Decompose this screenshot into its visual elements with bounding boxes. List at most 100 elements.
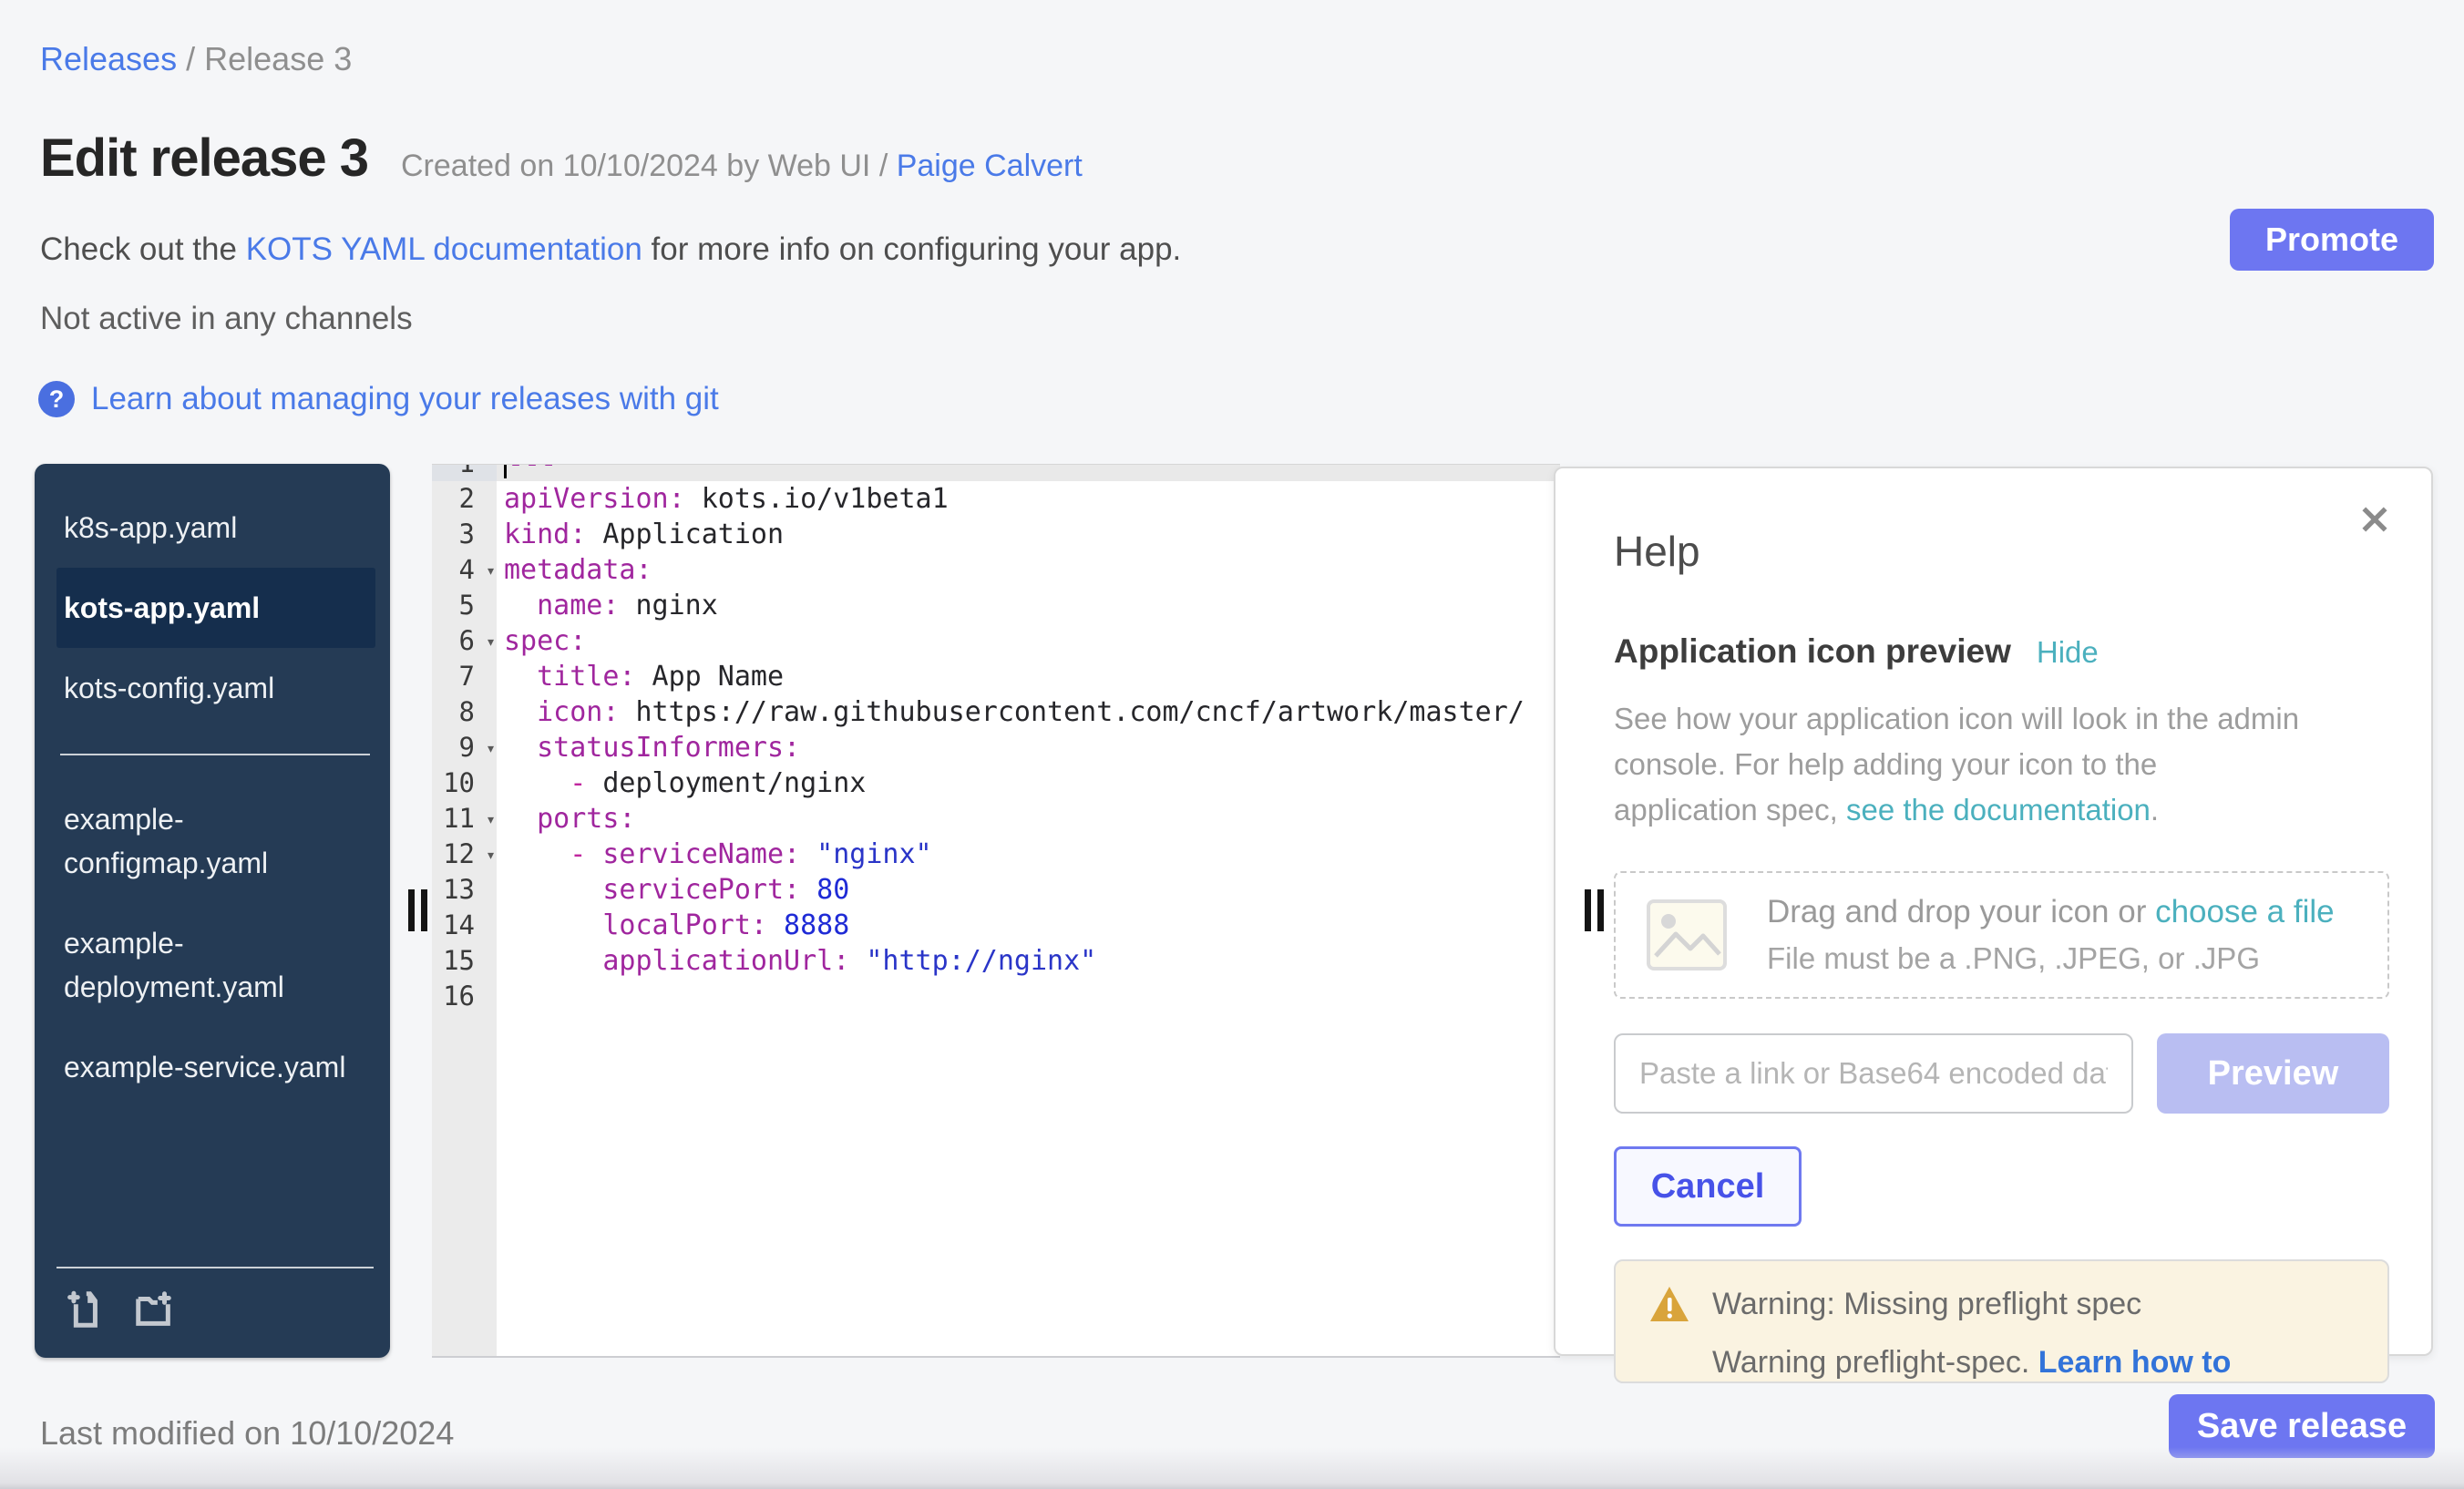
line-number: 12▾ <box>432 837 497 872</box>
add-folder-icon[interactable] <box>133 1289 175 1330</box>
promote-button[interactable]: Promote <box>2230 209 2434 271</box>
code-line[interactable]: 12▾ - serviceName: "nginx" <box>432 837 1560 872</box>
sidebar-split-handle-bar2[interactable] <box>421 889 427 931</box>
line-number: 3 <box>432 517 497 552</box>
fold-arrow-icon[interactable]: ▾ <box>486 837 496 873</box>
git-help-link[interactable]: Learn about managing your releases with … <box>91 381 719 417</box>
line-number: 15 <box>432 943 497 979</box>
code-line[interactable]: 2apiVersion: kots.io/v1beta1 <box>432 481 1560 517</box>
dropzone-text: Drag and drop your icon or choose a file… <box>1767 894 2335 976</box>
line-number: 9▾ <box>432 730 497 765</box>
icon-preview-header: Application icon preview Hide <box>1614 632 2389 671</box>
sidebar-divider <box>60 754 370 755</box>
fold-arrow-icon[interactable]: ▾ <box>486 553 496 589</box>
line-number: 16 <box>432 979 497 1014</box>
line-number: 2 <box>432 481 497 517</box>
line-number: 14 <box>432 908 497 943</box>
file-list-primary: k8s-app.yamlkots-app.yamlkots-config.yam… <box>56 488 375 728</box>
file-sidebar: k8s-app.yamlkots-app.yamlkots-config.yam… <box>35 464 390 1358</box>
sidebar-file-item[interactable]: k8s-app.yaml <box>56 488 375 568</box>
sidebar-split-handle-bar1[interactable] <box>408 889 415 931</box>
git-help-row[interactable]: ? Learn about managing your releases wit… <box>38 381 719 417</box>
icon-preview-title: Application icon preview <box>1614 632 2011 671</box>
sidebar-file-item[interactable]: kots-config.yaml <box>56 648 375 728</box>
page-title: Edit release 3 <box>40 128 368 189</box>
code-line[interactable]: 10 - deployment/nginx <box>432 765 1560 801</box>
kots-doc-info: Check out the KOTS YAML documentation fo… <box>40 231 1181 268</box>
breadcrumb: Releases / Release 3 <box>40 40 352 78</box>
help-panel-title: Help <box>1614 527 2389 576</box>
icon-preview-description: See how your application icon will look … <box>1614 696 2306 833</box>
code-line[interactable]: 4▾metadata: <box>432 552 1560 588</box>
code-line[interactable]: 11▾ ports: <box>432 801 1560 837</box>
line-number: 6▾ <box>432 623 497 659</box>
cancel-button[interactable]: Cancel <box>1614 1146 1802 1227</box>
code-line[interactable]: 13 servicePort: 80 <box>432 872 1560 908</box>
warning-text: Warning: Missing preflight spec <box>1712 1287 2141 1322</box>
warning-detail: Warning preflight-spec. Learn how to con… <box>1648 1345 2355 1383</box>
image-placeholder-icon <box>1647 899 1727 970</box>
code-text <box>497 979 1560 1014</box>
code-line[interactable]: 15 applicationUrl: "http://nginx" <box>432 943 1560 979</box>
sidebar-file-item[interactable]: example-service.yaml <box>56 1027 375 1107</box>
code-text: apiVersion: kots.io/v1beta1 <box>497 481 1560 517</box>
code-text: --- <box>497 464 1560 481</box>
code-line[interactable]: 9▾ statusInformers: <box>432 730 1560 765</box>
code-text: - deployment/nginx <box>497 765 1560 801</box>
hide-link[interactable]: Hide <box>2037 635 2099 670</box>
code-line[interactable]: 16 <box>432 979 1560 1014</box>
add-file-icon[interactable] <box>62 1289 104 1330</box>
preview-button[interactable]: Preview <box>2157 1033 2389 1114</box>
line-number: 7 <box>432 659 497 694</box>
dropzone-filetypes: File must be a .PNG, .JPEG, or .JPG <box>1767 941 2335 976</box>
sidebar-file-item[interactable]: example-configmap.yaml <box>56 779 375 903</box>
icon-dropzone[interactable]: Drag and drop your icon or choose a file… <box>1614 871 2389 999</box>
code-line[interactable]: 14 localPort: 8888 <box>432 908 1560 943</box>
author-link[interactable]: Paige Calvert <box>897 149 1083 183</box>
sidebar-file-item[interactable]: kots-app.yaml <box>56 568 375 648</box>
sidebar-file-item[interactable]: example-deployment.yaml <box>56 903 375 1027</box>
close-icon[interactable] <box>2356 501 2393 538</box>
code-text: localPort: 8888 <box>497 908 1560 943</box>
kots-yaml-doc-link[interactable]: KOTS YAML documentation <box>246 231 642 267</box>
code-text: title: App Name <box>497 659 1560 694</box>
bottom-edge <box>0 1447 2464 1489</box>
line-number: 11▾ <box>432 801 497 837</box>
code-text: applicationUrl: "http://nginx" <box>497 943 1560 979</box>
fold-arrow-icon[interactable]: ▾ <box>486 624 496 660</box>
code-lines: 1---2apiVersion: kots.io/v1beta13kind: A… <box>432 464 1560 1014</box>
line-number: 4▾ <box>432 552 497 588</box>
yaml-editor[interactable]: 1---2apiVersion: kots.io/v1beta13kind: A… <box>432 464 1560 1358</box>
code-text: servicePort: 80 <box>497 872 1560 908</box>
code-line[interactable]: 6▾spec: <box>432 623 1560 659</box>
code-line[interactable]: 1--- <box>432 464 1560 481</box>
line-number: 5 <box>432 588 497 623</box>
code-line[interactable]: 3kind: Application <box>432 517 1560 552</box>
line-number: 10 <box>432 765 497 801</box>
fold-arrow-icon[interactable]: ▾ <box>486 802 496 837</box>
code-text: - serviceName: "nginx" <box>497 837 1560 872</box>
choose-file-link[interactable]: choose a file <box>2155 894 2335 929</box>
line-number: 13 <box>432 872 497 908</box>
code-text: icon: https://raw.githubusercontent.com/… <box>497 694 1560 730</box>
editor-split-handle-bar1[interactable] <box>1585 889 1591 931</box>
text-cursor <box>504 464 507 478</box>
sidebar-footer <box>56 1267 374 1358</box>
breadcrumb-separator: / <box>186 40 204 77</box>
see-documentation-link[interactable]: see the documentation <box>1846 793 2151 827</box>
help-panel: Help Application icon preview Hide See h… <box>1554 467 2433 1356</box>
preflight-warning-box: Warning: Missing preflight spec Warning … <box>1614 1259 2389 1383</box>
fold-arrow-icon[interactable]: ▾ <box>486 731 496 766</box>
title-row: Edit release 3 Created on 10/10/2024 by … <box>40 128 1083 189</box>
editor-split-handle-bar2[interactable] <box>1597 889 1604 931</box>
code-line[interactable]: 5 name: nginx <box>432 588 1560 623</box>
breadcrumb-releases-link[interactable]: Releases <box>40 40 177 77</box>
code-text: name: nginx <box>497 588 1560 623</box>
code-text: statusInformers: <box>497 730 1560 765</box>
code-text: metadata: <box>497 552 1560 588</box>
question-circle-icon: ? <box>38 381 75 417</box>
code-text: spec: <box>497 623 1560 659</box>
code-line[interactable]: 8 icon: https://raw.githubusercontent.co… <box>432 694 1560 730</box>
code-line[interactable]: 7 title: App Name <box>432 659 1560 694</box>
icon-url-input[interactable] <box>1614 1033 2133 1114</box>
